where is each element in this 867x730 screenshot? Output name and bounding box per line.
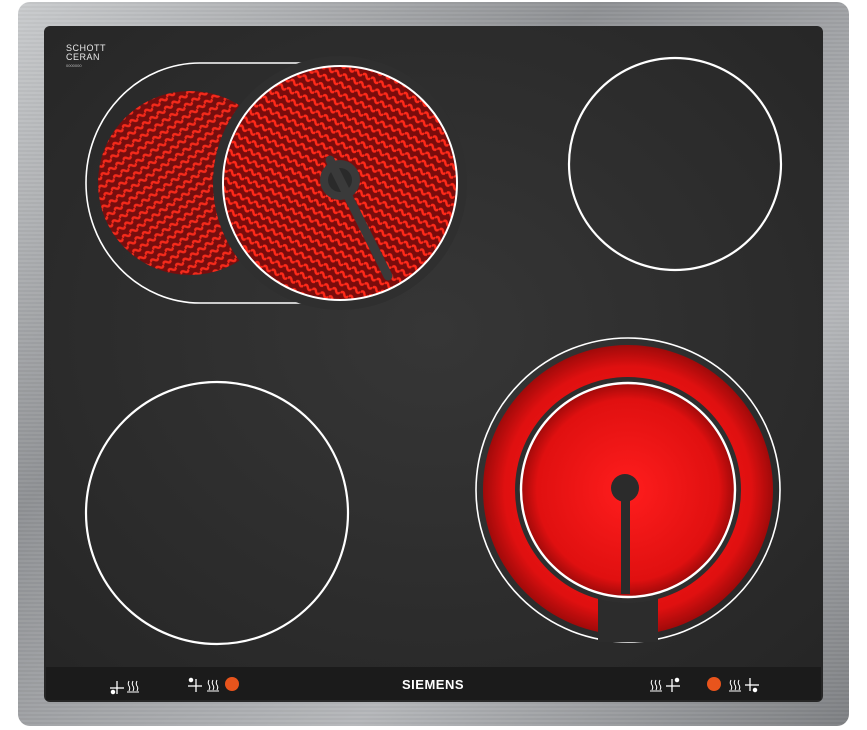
cooktop-scene: SCHOTT CERAN 0000000 SIEMENS: [18, 2, 849, 726]
indicator-light-right: [707, 677, 721, 691]
logo-fineprint: 0000000: [66, 63, 82, 68]
logo-line2: CERAN: [66, 52, 100, 62]
indicator-light-left: [225, 677, 239, 691]
brand-name: SIEMENS: [402, 677, 464, 692]
